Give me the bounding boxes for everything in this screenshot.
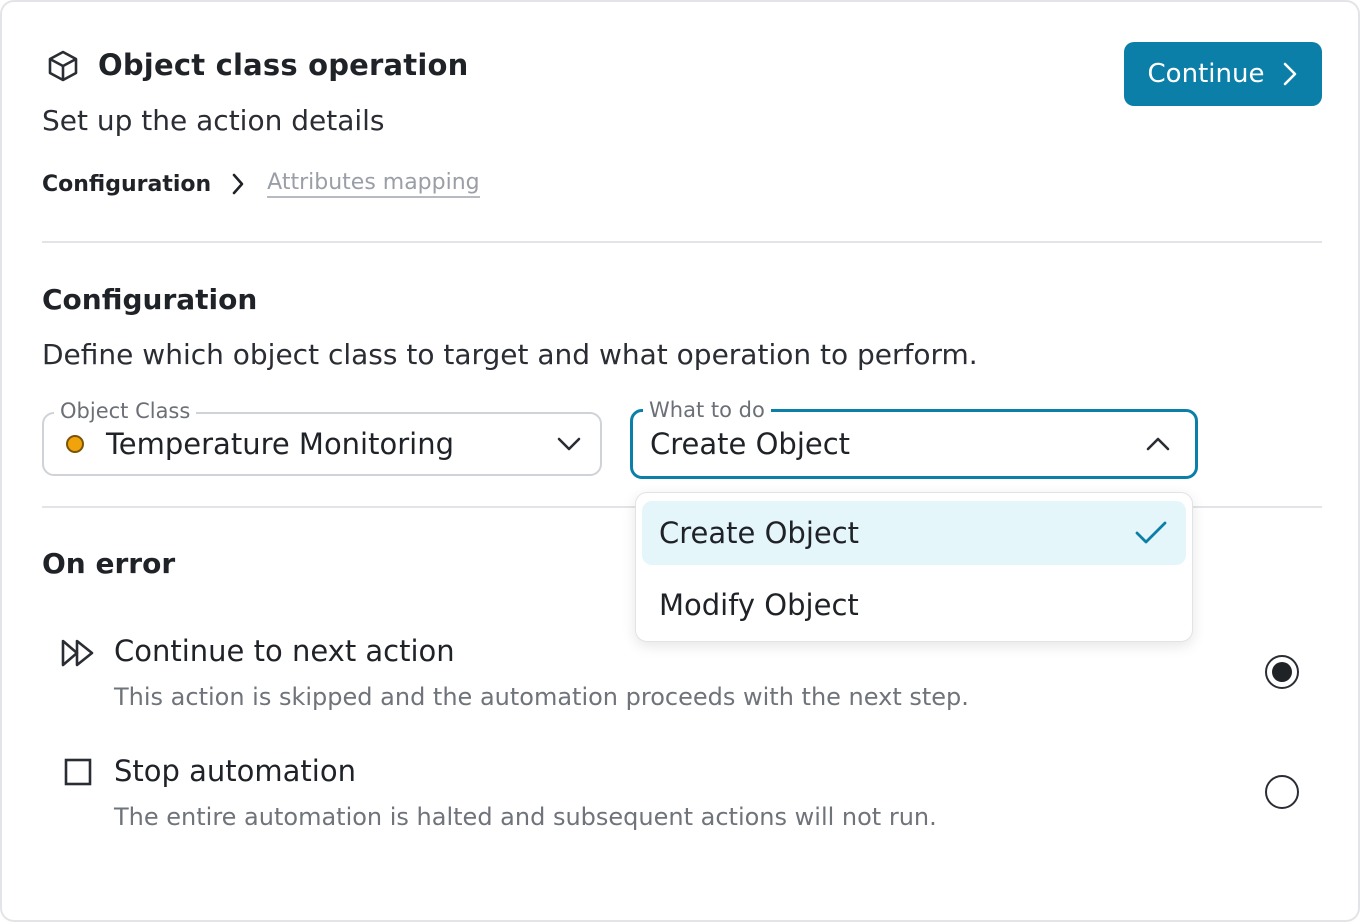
stop-square-icon xyxy=(64,758,92,786)
object-class-value: Temperature Monitoring xyxy=(106,427,454,461)
stop-automation-radio[interactable] xyxy=(1265,775,1299,809)
stop-automation-description: The entire automation is halted and subs… xyxy=(114,803,937,831)
fast-forward-icon xyxy=(61,639,94,667)
configuration-heading: Configuration xyxy=(42,283,258,316)
chevron-down-icon xyxy=(557,437,581,451)
what-to-do-dropdown-menu: Create Object Modify Object xyxy=(635,492,1193,642)
chevron-right-icon xyxy=(232,173,244,195)
on-error-heading: On error xyxy=(42,547,176,580)
continue-next-action-radio[interactable] xyxy=(1265,655,1299,689)
what-to-do-select[interactable]: What to do Create Object xyxy=(630,397,1198,479)
menu-item-label: Modify Object xyxy=(659,588,859,622)
chevron-up-icon xyxy=(1146,437,1170,451)
menu-item-create-object[interactable]: Create Object xyxy=(642,501,1186,565)
page-title: Object class operation xyxy=(98,48,469,82)
object-class-label: Object Class xyxy=(54,398,197,424)
menu-item-modify-object[interactable]: Modify Object xyxy=(642,573,1186,637)
breadcrumb: Configuration Attributes mapping xyxy=(42,170,480,198)
continue-button-label: Continue xyxy=(1147,59,1265,89)
continue-button[interactable]: Continue xyxy=(1124,42,1322,106)
divider xyxy=(42,241,1322,243)
what-to-do-value: Create Object xyxy=(650,427,851,461)
page-subtitle: Set up the action details xyxy=(42,104,385,137)
status-dot-icon xyxy=(66,435,84,453)
object-class-operation-panel: Object class operation Set up the action… xyxy=(0,0,1360,922)
breadcrumb-attributes-mapping[interactable]: Attributes mapping xyxy=(267,170,480,198)
checkmark-icon xyxy=(1135,521,1167,544)
what-to-do-label: What to do xyxy=(643,397,771,423)
breadcrumb-configuration[interactable]: Configuration xyxy=(42,172,211,197)
menu-item-label: Create Object xyxy=(659,516,860,550)
continue-next-action-description: This action is skipped and the automatio… xyxy=(114,683,969,711)
chevron-right-icon xyxy=(1284,62,1297,86)
continue-next-action-label: Continue to next action xyxy=(114,634,455,668)
cube-icon xyxy=(48,50,78,82)
stop-automation-label: Stop automation xyxy=(114,754,356,788)
object-class-select[interactable]: Object Class Temperature Monitoring xyxy=(42,398,602,476)
configuration-description: Define which object class to target and … xyxy=(42,338,978,371)
